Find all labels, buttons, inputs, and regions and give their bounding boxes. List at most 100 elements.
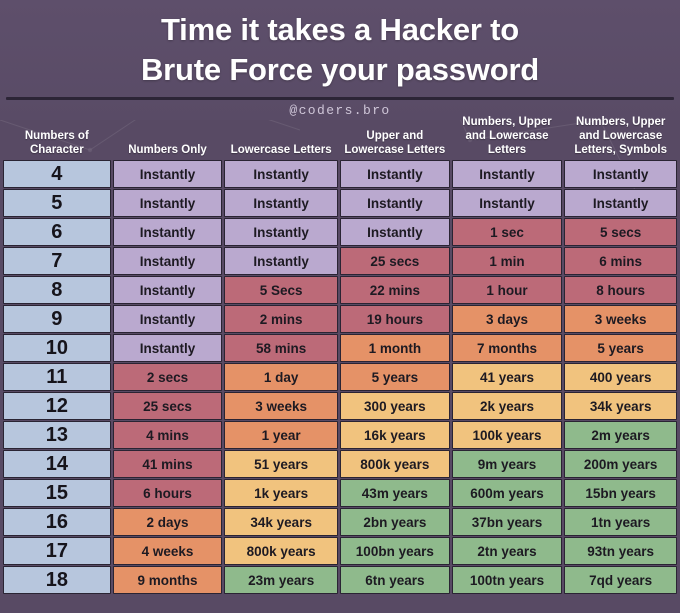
table-row: 9 Instantly 2 mins 19 hours 3 days 3 weeks [3,304,677,334]
crack-time-cell: 2 mins [224,305,338,334]
crack-time-cell: 300 years [340,392,450,421]
crack-time-cell: 51 years [224,450,338,479]
crack-time-cell: Instantly [112,247,223,276]
table-row: 11 2 secs 1 day 5 years 41 years 400 years [3,362,677,392]
table-row: 15 6 hours 1k years 43m years 600m years 15bn… [3,478,677,508]
table-body: 4 Instantly Instantly Instantly Instantly Ins… [3,160,677,595]
table-row: 14 41 mins 51 years 800k years 9m years 200m … [3,449,677,479]
table-row: 5 Instantly Instantly Instantly Instantly Ins… [3,188,677,218]
char-count-cell: 5 [3,189,111,218]
crack-time-cell: Instantly [340,218,450,247]
crack-time-cell: 1 min [451,247,563,276]
table-row: 13 4 mins 1 year 16k years 100k years 2m year… [3,420,677,450]
table-header-row: Numbers of Character Numbers Only Lowercas… [3,116,677,160]
crack-time-cell: 1k years [224,479,338,508]
table-row: 12 25 secs 3 weeks 300 years 2k years 34k yea… [3,391,677,421]
page-title: Time it takes a Hacker to Brute Force yo… [0,10,680,89]
crack-time-cell: 2 days [112,508,223,537]
crack-time-cell: 1 day [224,363,338,392]
crack-time-cell: 1 hour [451,276,563,305]
char-count-cell: 14 [3,450,111,479]
crack-time-cell: 41 mins [112,450,223,479]
crack-time-cell: 5 years [564,334,677,363]
crack-time-cell: 3 weeks [224,392,338,421]
table-row: 8 Instantly 5 Secs 22 mins 1 hour 8 hours [3,275,677,305]
crack-time-cell: 6tn years [340,566,450,595]
table-row: 7 Instantly Instantly 25 secs 1 min 6 mins [3,246,677,276]
crack-time-cell: 9 months [112,566,223,595]
crack-time-cell: Instantly [224,189,338,218]
crack-time-cell: 16k years [340,421,450,450]
column-header-4: Numbers, Upper and Lowercase Letters [462,116,552,157]
char-count-cell: 7 [3,247,111,276]
char-count-cell: 4 [3,160,111,189]
crack-time-cell: 2k years [451,392,563,421]
crack-time-cell: 5 Secs [224,276,338,305]
crack-time-cell: 2bn years [340,508,450,537]
crack-time-cell: 200m years [564,450,677,479]
crack-time-cell: 6 mins [564,247,677,276]
password-strength-table: Numbers of Character Numbers Only Lowercas… [0,116,680,595]
crack-time-cell: Instantly [112,218,223,247]
crack-time-cell: Instantly [224,160,338,189]
char-count-cell: 16 [3,508,111,537]
crack-time-cell: 23m years [224,566,338,595]
crack-time-cell: Instantly [564,160,677,189]
crack-time-cell: 41 years [451,363,563,392]
crack-time-cell: 100bn years [340,537,450,566]
crack-time-cell: 6 hours [112,479,223,508]
crack-time-cell: 3 weeks [564,305,677,334]
title-divider [6,97,674,101]
char-count-cell: 10 [3,334,111,363]
char-count-cell: 9 [3,305,111,334]
crack-time-cell: 600m years [451,479,563,508]
crack-time-cell: Instantly [224,247,338,276]
char-count-cell: 13 [3,421,111,450]
crack-time-cell: 800k years [340,450,450,479]
crack-time-cell: 4 mins [112,421,223,450]
crack-time-cell: 19 hours [340,305,450,334]
crack-time-cell: 8 hours [564,276,677,305]
crack-time-cell: 5 secs [564,218,677,247]
crack-time-cell: Instantly [451,189,563,218]
crack-time-cell: 22 mins [340,276,450,305]
crack-time-cell: 34k years [224,508,338,537]
crack-time-cell: 25 secs [340,247,450,276]
crack-time-cell: 7 months [451,334,563,363]
crack-time-cell: 1 sec [451,218,563,247]
crack-time-cell: 5 years [340,363,450,392]
column-header-3: Upper and Lowercase Letters [344,130,446,157]
table-row: 6 Instantly Instantly Instantly 1 sec 5 secs [3,217,677,247]
crack-time-cell: 100k years [451,421,563,450]
column-header-0: Numbers of Character [24,130,89,157]
table-row: 16 2 days 34k years 2bn years 37bn years 1tn … [3,507,677,537]
crack-time-cell: 2m years [564,421,677,450]
crack-time-cell: 58 mins [224,334,338,363]
char-count-cell: 8 [3,276,111,305]
crack-time-cell: 800k years [224,537,338,566]
crack-time-cell: Instantly [112,276,223,305]
crack-time-cell: 9m years [451,450,563,479]
crack-time-cell: 400 years [564,363,677,392]
char-count-cell: 17 [3,537,111,566]
crack-time-cell: 37bn years [451,508,563,537]
char-count-cell: 6 [3,218,111,247]
crack-time-cell: Instantly [451,160,563,189]
crack-time-cell: 2tn years [451,537,563,566]
crack-time-cell: 43m years [340,479,450,508]
crack-time-cell: 4 weeks [112,537,223,566]
crack-time-cell: 1tn years [564,508,677,537]
crack-time-cell: Instantly [112,189,223,218]
crack-time-cell: 1 year [224,421,338,450]
column-header-5: Numbers, Upper and Lowercase Letters, Sy… [574,116,667,157]
char-count-cell: 11 [3,363,111,392]
char-count-cell: 12 [3,392,111,421]
crack-time-cell: Instantly [112,334,223,363]
char-count-cell: 15 [3,479,111,508]
crack-time-cell: Instantly [340,189,450,218]
column-header-1: Numbers Only [128,144,207,157]
table-row: 18 9 months 23m years 6tn years 100tn years 7… [3,565,677,595]
crack-time-cell: 3 days [451,305,563,334]
crack-time-cell: Instantly [224,218,338,247]
infographic-header: Time it takes a Hacker to Brute Force yo… [0,0,680,121]
